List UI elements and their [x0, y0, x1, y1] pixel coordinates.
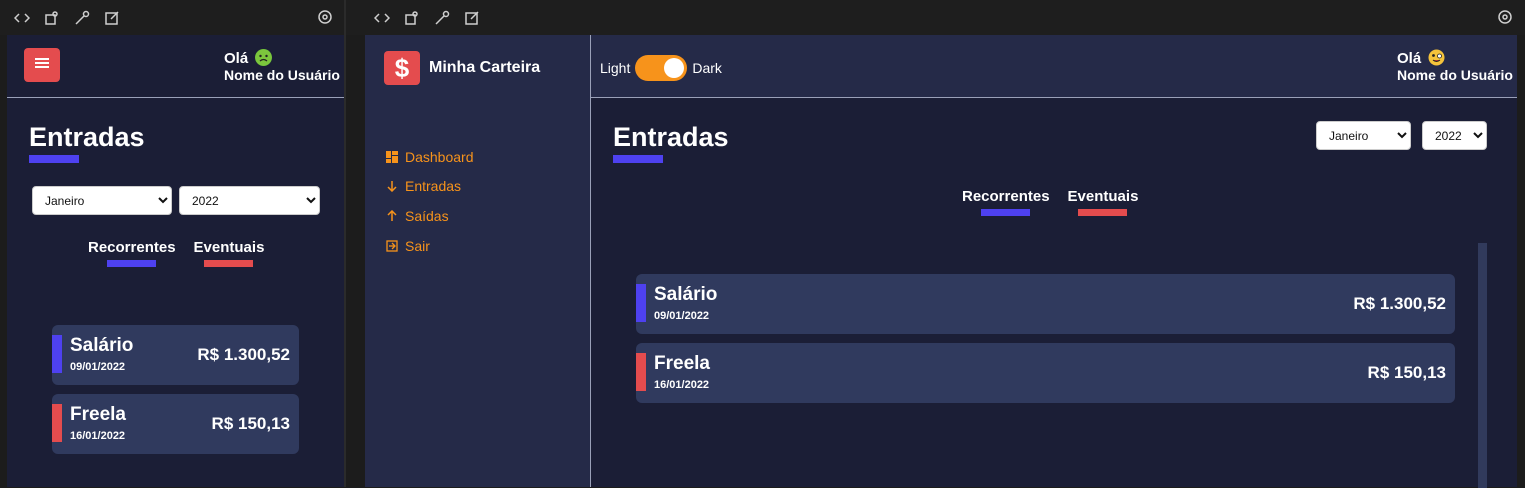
sidebar-item-dashboard[interactable]: Dashboard: [385, 149, 474, 165]
tab-label: Eventuais: [193, 239, 265, 256]
zany-face-emoji-icon: [1428, 49, 1445, 66]
pick-color-icon[interactable]: [434, 10, 450, 26]
main-content: Light Dark Olá Nome do Usuário Entradas …: [590, 35, 1517, 488]
tab-eventuais[interactable]: Eventuais: [1067, 188, 1139, 216]
sidebar-item-label: Saídas: [405, 208, 449, 224]
item-amount: R$ 1.300,52: [1353, 294, 1446, 313]
title-underline: [613, 155, 663, 163]
tab-underline-red: [204, 260, 254, 267]
edit-icon[interactable]: [464, 10, 480, 26]
tab-recorrentes[interactable]: Recorrentes: [88, 239, 176, 267]
exit-icon: [385, 240, 399, 252]
item-date: 16/01/2022: [70, 430, 126, 442]
tab-underline-blue: [107, 260, 157, 267]
item-amount: R$ 150,13: [1367, 363, 1446, 382]
tab-recorrentes[interactable]: Recorrentes: [962, 188, 1050, 216]
list-item[interactable]: Freela 16/01/2022 R$ 150,13: [52, 394, 299, 454]
list-scrollbar[interactable]: [1478, 243, 1487, 488]
inspect-icon[interactable]: [404, 10, 420, 26]
item-tag: [52, 335, 62, 373]
username: Nome do Usuário: [224, 67, 340, 83]
filter-tabs: Recorrentes Eventuais: [88, 239, 264, 267]
month-select[interactable]: Janeiro: [32, 186, 172, 215]
sidebar-item-label: Dashboard: [405, 149, 474, 165]
hamburger-icon: [35, 56, 49, 74]
tab-label: Recorrentes: [88, 239, 176, 256]
arrow-down-icon: [385, 180, 399, 192]
theme-toggle: Light Dark: [600, 55, 722, 81]
settings-icon[interactable]: [1497, 9, 1513, 25]
item-tag: [636, 284, 646, 322]
item-title: Salário: [654, 284, 718, 305]
tab-underline-blue: [981, 209, 1031, 216]
tab-eventuais[interactable]: Eventuais: [193, 239, 265, 267]
filter-tabs: Recorrentes Eventuais: [962, 188, 1138, 216]
tab-underline-red: [1078, 209, 1128, 216]
item-title: Freela: [654, 353, 710, 374]
devtools-toolbar-left: [0, 0, 345, 35]
list-item[interactable]: Salário 09/01/2022 R$ 1.300,52: [52, 325, 299, 385]
sidebar-item-saidas[interactable]: Saídas: [385, 208, 449, 224]
item-date: 16/01/2022: [654, 379, 710, 391]
brand-name: Minha Carteira: [429, 59, 541, 76]
item-date: 09/01/2022: [654, 310, 710, 322]
mobile-app: Olá Nome do Usuário Entradas Janeiro 202…: [7, 35, 344, 487]
page-title: Entradas: [613, 122, 729, 152]
item-title: Salário: [70, 335, 134, 356]
sidebar-item-label: Sair: [405, 238, 430, 254]
mobile-header: Olá Nome do Usuário: [7, 35, 344, 98]
year-select[interactable]: 2022: [179, 186, 320, 215]
sidebar-item-label: Entradas: [405, 178, 462, 194]
page-title: Entradas: [29, 122, 145, 152]
greeting-text: Olá: [224, 50, 249, 67]
gutter: [346, 35, 365, 487]
list-item[interactable]: Salário 09/01/2022 R$ 1.300,52: [636, 274, 1455, 334]
month-select[interactable]: Janeiro: [1316, 121, 1411, 150]
theme-dark-label: Dark: [692, 60, 722, 76]
item-tag: [636, 353, 646, 391]
pick-color-icon[interactable]: [74, 10, 90, 26]
tab-label: Eventuais: [1067, 188, 1139, 205]
user-greeting: Olá Nome do Usuário: [224, 49, 340, 83]
user-greeting: Olá Nome do Usuário: [1397, 49, 1513, 83]
item-amount: R$ 150,13: [211, 414, 290, 433]
code-icon[interactable]: [374, 10, 390, 26]
edit-icon[interactable]: [104, 10, 120, 26]
sidebar: $ Minha Carteira Dashboard Entradas Saíd…: [365, 35, 590, 487]
dashboard-icon: [385, 151, 399, 163]
sidebar-item-sair[interactable]: Sair: [385, 238, 430, 254]
username: Nome do Usuário: [1397, 67, 1513, 83]
list-item[interactable]: Freela 16/01/2022 R$ 150,13: [636, 343, 1455, 403]
title-underline: [29, 155, 79, 163]
code-icon[interactable]: [14, 10, 30, 26]
greeting-text: Olá: [1397, 50, 1422, 67]
item-amount: R$ 1.300,52: [197, 345, 290, 364]
main-header: Light Dark Olá Nome do Usuário: [591, 35, 1517, 98]
nauseated-face-emoji-icon: [255, 49, 273, 66]
year-select[interactable]: 2022: [1422, 121, 1487, 150]
inspect-icon[interactable]: [44, 10, 60, 26]
settings-icon[interactable]: [317, 9, 333, 25]
item-date: 09/01/2022: [70, 361, 126, 373]
theme-light-label: Light: [600, 60, 631, 76]
tab-label: Recorrentes: [962, 188, 1050, 205]
theme-switch[interactable]: [635, 55, 688, 81]
switch-knob: [664, 58, 685, 78]
item-title: Freela: [70, 404, 126, 425]
devtools-toolbar-right: [346, 0, 1525, 35]
arrow-up-icon: [385, 210, 399, 222]
sidebar-item-entradas[interactable]: Entradas: [385, 178, 461, 194]
item-tag: [52, 404, 62, 442]
wallet-logo-icon: $: [384, 51, 420, 85]
menu-button[interactable]: [24, 48, 60, 82]
